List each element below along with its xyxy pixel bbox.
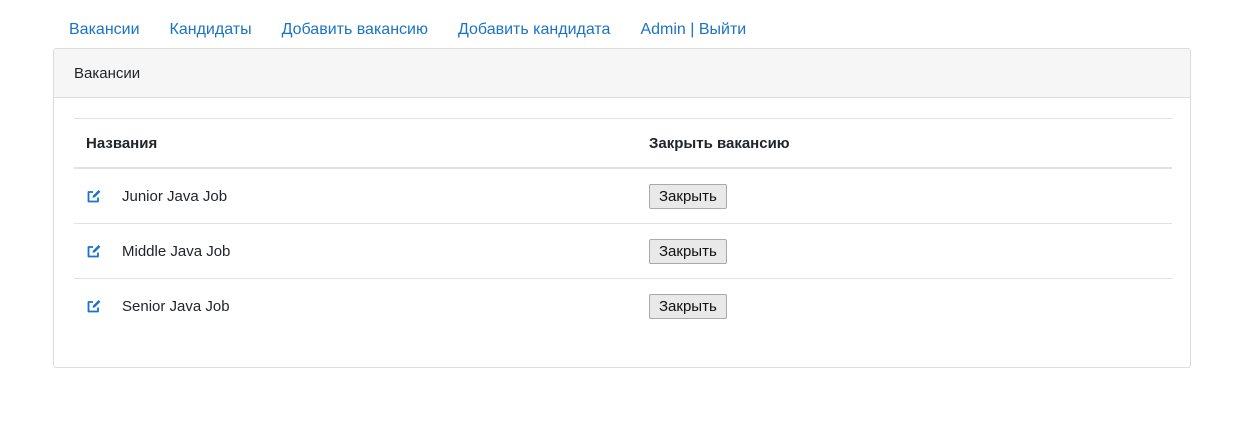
table-row: Middle Java Job Закрыть (74, 224, 1172, 279)
vacancies-table-wrap: Названия Закрыть вакансию Junior Java Jo… (74, 118, 1172, 333)
table-row: Junior Java Job Закрыть (74, 168, 1172, 224)
edit-icon[interactable] (86, 298, 102, 314)
column-header-name: Названия (86, 134, 158, 152)
nav-link-add-candidate[interactable]: Добавить кандидата (443, 12, 625, 48)
close-vacancy-button[interactable]: Закрыть (649, 183, 727, 209)
close-vacancy-button[interactable]: Закрыть (649, 293, 727, 319)
vacancy-name-cell: Junior Java Job (86, 188, 625, 205)
edit-icon[interactable] (86, 243, 102, 259)
top-nav: Вакансии Кандидаты Добавить вакансию Доб… (54, 12, 761, 48)
vacancies-card: Вакансии Названия Закрыть вакансию Junio… (53, 48, 1191, 368)
table-row: Senior Java Job Закрыть (74, 279, 1172, 334)
nav-link-logout[interactable]: Admin | Выйти (625, 12, 761, 48)
nav-link-vacancies[interactable]: Вакансии (54, 12, 155, 48)
close-vacancy-button[interactable]: Закрыть (649, 238, 727, 264)
nav-link-add-vacancy[interactable]: Добавить вакансию (267, 12, 443, 48)
vacancy-name: Middle Java Job (122, 242, 231, 260)
vacancy-name: Junior Java Job (122, 187, 228, 205)
table-header-row: Названия Закрыть вакансию (74, 118, 1172, 168)
column-header-close: Закрыть вакансию (649, 134, 790, 152)
card-title: Вакансии (54, 49, 1190, 98)
nav-link-candidates[interactable]: Кандидаты (155, 12, 267, 48)
vacancy-name-cell: Senior Java Job (86, 298, 625, 315)
vacancy-name-cell: Middle Java Job (86, 243, 625, 260)
edit-icon[interactable] (86, 188, 102, 204)
vacancies-table: Названия Закрыть вакансию Junior Java Jo… (74, 118, 1172, 333)
vacancy-name: Senior Java Job (122, 297, 230, 315)
